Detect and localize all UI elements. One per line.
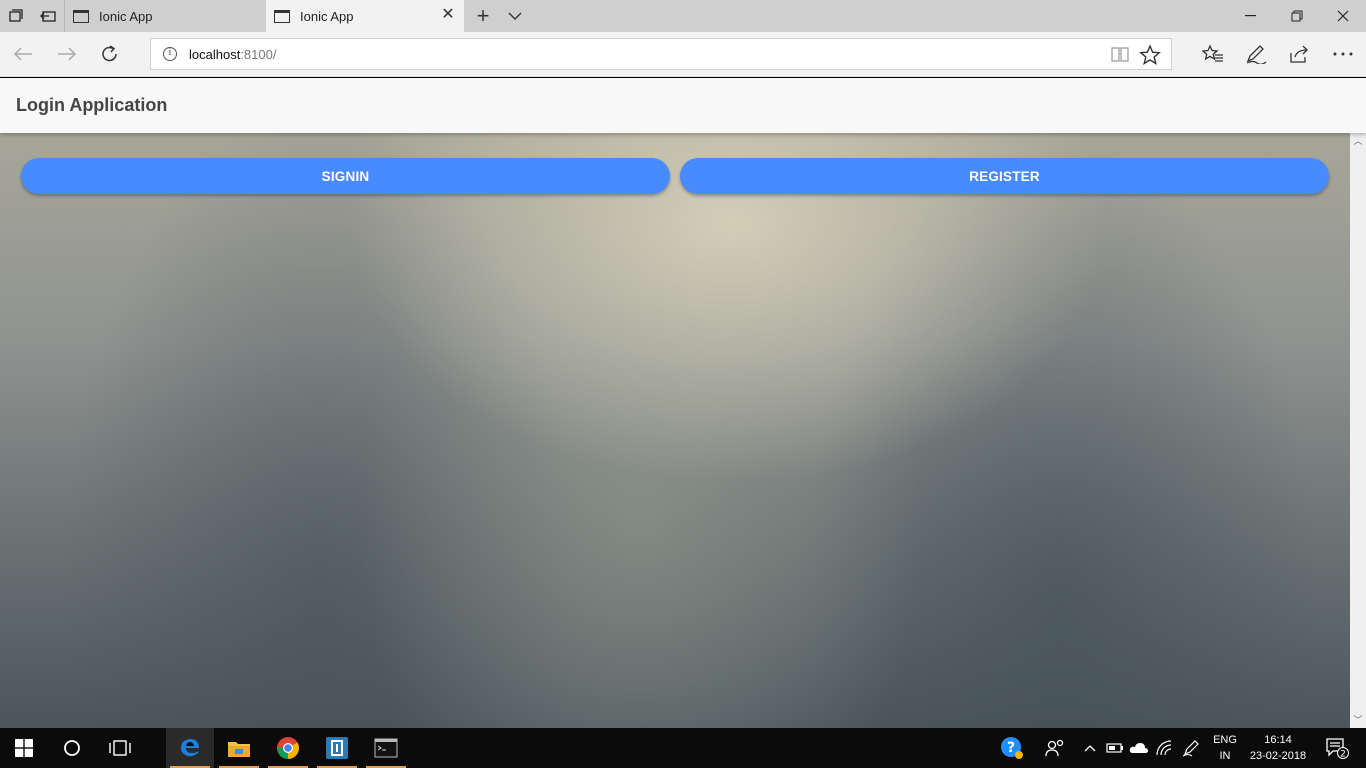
cortana-search-icon[interactable] (48, 728, 96, 768)
tab-ionic-app-2[interactable]: Ionic App ✕ (266, 0, 464, 32)
app-header: Login Application (0, 78, 1366, 133)
page-icon (274, 9, 290, 23)
more-options-icon[interactable] (1326, 38, 1360, 70)
help-icon[interactable]: ? (998, 728, 1026, 768)
svg-text:?: ? (1007, 740, 1015, 756)
chrome-icon[interactable] (264, 728, 312, 768)
pen-ink-icon[interactable] (1180, 728, 1202, 768)
page-title: Login Application (16, 95, 168, 115)
address-bar[interactable]: i localhost:8100/ (150, 38, 1172, 70)
wifi-icon[interactable] (1153, 728, 1175, 768)
notification-count: 2 (1340, 750, 1346, 760)
ionic-app-viewport: Login Application SIGNIN REGISTER ︿ ﹀ (0, 78, 1366, 728)
system-clock[interactable]: 16:14 23-02-2018 (1246, 728, 1310, 768)
refresh-icon[interactable] (93, 38, 127, 70)
scroll-down-icon[interactable]: ﹀ (1353, 715, 1363, 725)
terminal-icon[interactable] (362, 728, 410, 768)
tab-title: Ionic App (99, 8, 153, 24)
register-button[interactable]: REGISTER (680, 158, 1329, 194)
app-icon[interactable] (313, 728, 361, 768)
back-icon[interactable] (6, 38, 40, 70)
vertical-scrollbar[interactable]: ︿ ﹀ (1350, 133, 1366, 728)
chevron-up-icon[interactable] (1080, 728, 1100, 768)
chevron-down-icon[interactable] (502, 0, 528, 32)
action-center-icon[interactable]: 2 (1320, 728, 1354, 768)
edge-icon[interactable] (166, 728, 214, 768)
windows-taskbar: ? ENG IN 16:14 23-02-2018 2 (0, 728, 1366, 768)
favorite-star-icon[interactable] (1139, 44, 1161, 66)
set-tabs-aside-icon[interactable] (32, 0, 64, 32)
scroll-up-icon[interactable]: ︿ (1353, 136, 1363, 146)
tab-manager-icon[interactable] (0, 0, 32, 32)
share-icon[interactable] (1282, 38, 1316, 70)
onedrive-cloud-icon[interactable] (1128, 728, 1150, 768)
url-text: localhost:8100/ (189, 47, 277, 62)
windows-start-icon[interactable] (0, 728, 48, 768)
minimize-icon[interactable] (1228, 0, 1274, 32)
people-icon[interactable] (1042, 728, 1068, 768)
signin-button[interactable]: SIGNIN (21, 158, 670, 194)
close-window-icon[interactable] (1320, 0, 1366, 32)
new-tab-icon[interactable]: + (470, 0, 496, 32)
background-image (0, 133, 1350, 728)
file-explorer-icon[interactable] (215, 728, 263, 768)
reading-view-icon[interactable] (1111, 46, 1129, 62)
web-note-pen-icon[interactable] (1239, 38, 1273, 70)
forward-icon[interactable] (50, 38, 84, 70)
language-region: IN (1219, 750, 1231, 762)
close-tab-icon[interactable]: ✕ (440, 7, 456, 23)
input-language-indicator[interactable]: ENG IN (1206, 728, 1244, 768)
favorites-hub-icon[interactable] (1196, 38, 1230, 70)
battery-icon[interactable] (1104, 728, 1126, 768)
task-view-icon[interactable] (96, 728, 144, 768)
browser-toolbar: i localhost:8100/ (0, 32, 1366, 77)
clock-time: 16:14 (1264, 734, 1292, 746)
site-info-icon[interactable]: i (163, 47, 177, 61)
language-code: ENG (1213, 734, 1237, 746)
tab-ionic-app-1[interactable]: Ionic App (64, 0, 264, 32)
tab-title: Ionic App (300, 8, 354, 24)
page-icon (73, 9, 89, 23)
browser-tab-strip: Ionic App Ionic App ✕ + (0, 0, 1366, 32)
restore-icon[interactable] (1274, 0, 1320, 32)
clock-date: 23-02-2018 (1249, 750, 1307, 762)
